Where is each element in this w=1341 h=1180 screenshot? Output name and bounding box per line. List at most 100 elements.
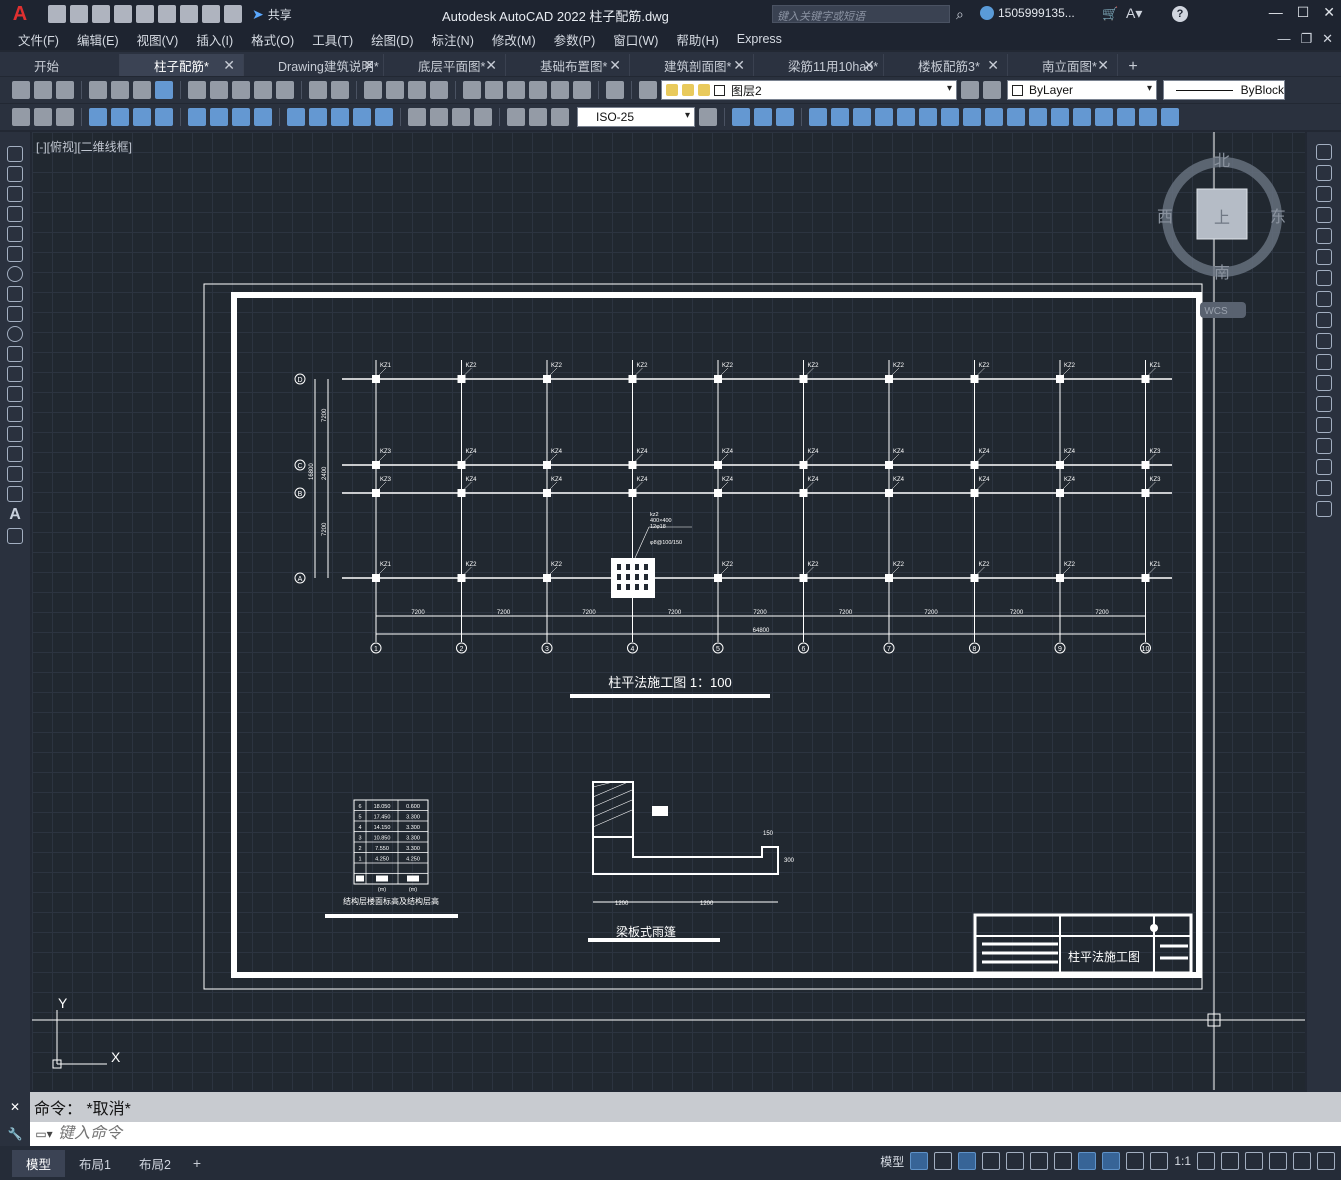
menu-item[interactable]: 插入(I) — [178, 30, 233, 49]
document-tab[interactable]: 开始 — [0, 54, 120, 76]
explode-icon[interactable] — [1316, 501, 1332, 517]
layer-properties-icon[interactable] — [639, 81, 657, 99]
scale-icon[interactable] — [875, 108, 893, 126]
rotate-icon[interactable] — [1316, 270, 1332, 286]
layer-dropdown[interactable]: 图层2 ▾ — [661, 80, 957, 100]
zoom-window-icon[interactable] — [408, 81, 426, 99]
redo-icon[interactable] — [331, 81, 349, 99]
tab-close-icon[interactable]: ✕ — [223, 57, 235, 74]
region-icon[interactable] — [7, 466, 23, 482]
stretch-icon[interactable] — [897, 108, 915, 126]
annotation-monitor-icon[interactable] — [1221, 1152, 1239, 1170]
isolate-objects-icon[interactable] — [1245, 1152, 1263, 1170]
search-input[interactable]: 键入关键字或短语 — [772, 5, 950, 23]
command-input[interactable] — [58, 1125, 658, 1143]
edit2-icon[interactable] — [34, 108, 52, 126]
menu-item[interactable]: 窗口(W) — [595, 30, 658, 49]
gradient-icon[interactable] — [7, 446, 23, 462]
customization-menu-icon[interactable] — [1317, 1152, 1335, 1170]
open-icon[interactable] — [34, 81, 52, 99]
multiline-text-icon[interactable]: A — [9, 506, 21, 524]
arc-length-dim-icon[interactable] — [133, 108, 151, 126]
break-at-point-icon[interactable] — [1316, 375, 1332, 391]
model-space-button[interactable]: 模型 — [880, 1153, 904, 1170]
save-icon[interactable] — [92, 5, 110, 23]
quick-dim-icon[interactable] — [287, 108, 305, 126]
close-command-icon[interactable]: ✕ — [0, 1092, 30, 1122]
open-file-icon[interactable] — [70, 5, 88, 23]
color-dropdown[interactable]: ByLayer ▾ — [1007, 80, 1157, 100]
insert-icon[interactable] — [1161, 108, 1179, 126]
annotation-scale[interactable]: 1:1 — [1174, 1154, 1191, 1168]
menu-item[interactable]: 格式(O) — [233, 30, 294, 49]
break-icon[interactable] — [1316, 396, 1332, 412]
plot-preview-icon[interactable] — [111, 81, 129, 99]
publish-icon[interactable] — [133, 81, 151, 99]
document-tab[interactable]: 基础布置图* ✕ — [506, 54, 630, 76]
document-tab[interactable]: 楼板配筋3* ✕ — [884, 54, 1008, 76]
add-selected-icon[interactable] — [7, 528, 23, 544]
array-icon[interactable] — [809, 108, 827, 126]
explode-icon[interactable] — [1051, 108, 1069, 126]
doc-restore-icon[interactable]: ❐ — [1300, 31, 1312, 47]
polyline-icon[interactable] — [7, 186, 23, 202]
stretch-icon[interactable] — [1316, 312, 1332, 328]
grid-icon[interactable] — [910, 1152, 929, 1170]
fillet-icon[interactable] — [1316, 459, 1332, 475]
object-snap-icon[interactable] — [1054, 1152, 1073, 1170]
open-web-icon[interactable] — [136, 5, 154, 23]
menu-item[interactable]: 参数(P) — [536, 30, 596, 49]
document-tab[interactable]: 底层平面图* ✕ — [384, 54, 506, 76]
tab-close-icon[interactable]: ✕ — [987, 57, 999, 74]
new-tab-button[interactable]: + — [1118, 58, 1148, 76]
array-icon[interactable] — [1316, 228, 1332, 244]
design-center-icon[interactable] — [485, 81, 503, 99]
doc-minimize-icon[interactable]: — — [1277, 31, 1290, 47]
make-block-icon[interactable] — [7, 386, 23, 402]
jogged-linear-icon[interactable] — [474, 108, 492, 126]
ellipse-icon[interactable] — [7, 326, 23, 342]
insert-block-icon[interactable] — [7, 366, 23, 382]
polar-icon[interactable] — [982, 1152, 1001, 1170]
fillet-icon[interactable] — [1029, 108, 1047, 126]
close-icon[interactable]: ✕ — [1323, 4, 1335, 21]
tab-close-icon[interactable]: ✕ — [733, 57, 745, 74]
isodraft-icon[interactable] — [1006, 1152, 1025, 1170]
offset-icon[interactable] — [776, 108, 794, 126]
jogged-dim-icon[interactable] — [210, 108, 228, 126]
block-icon[interactable] — [1139, 108, 1157, 126]
doc-close-icon[interactable]: ✕ — [1322, 31, 1333, 47]
make-current-layer-icon[interactable] — [961, 81, 979, 99]
linetype-dropdown[interactable]: ByBlock — [1163, 80, 1285, 100]
point-icon[interactable] — [7, 406, 23, 422]
annotation-visibility-icon[interactable] — [1150, 1152, 1169, 1170]
rotate-icon[interactable] — [853, 108, 871, 126]
command-prompt-icon[interactable]: ▭▾ — [30, 1127, 58, 1141]
layout-tab[interactable]: 布局2 — [125, 1150, 185, 1177]
properties-icon[interactable] — [463, 81, 481, 99]
break-icon[interactable] — [963, 108, 981, 126]
edit-icon[interactable] — [12, 108, 30, 126]
inspection-icon[interactable] — [452, 108, 470, 126]
ungroup-icon[interactable] — [1117, 108, 1135, 126]
tolerance-icon[interactable] — [408, 108, 426, 126]
ordinate-dim-icon[interactable] — [155, 108, 173, 126]
customize-wrench-icon[interactable]: 🔧 — [0, 1122, 30, 1146]
transparency-icon[interactable] — [1102, 1152, 1121, 1170]
tab-close-icon[interactable]: ✕ — [1097, 57, 1109, 74]
quickcalc-icon[interactable] — [573, 81, 591, 99]
radius-dim-icon[interactable] — [188, 108, 206, 126]
dimstyle-dropdown[interactable]: ISO-25 ▾ — [577, 107, 695, 127]
extend-icon[interactable] — [1316, 354, 1332, 370]
chamfer-icon[interactable] — [1007, 108, 1025, 126]
dim-space-icon[interactable] — [353, 108, 371, 126]
menu-item[interactable]: 视图(V) — [119, 30, 179, 49]
document-tab[interactable]: 梁筋11用10hao* ✕ — [754, 54, 884, 76]
angular-dim-icon[interactable] — [254, 108, 272, 126]
dim-text-edit-icon[interactable] — [529, 108, 547, 126]
offset-icon[interactable] — [1316, 207, 1332, 223]
revision-cloud-icon[interactable] — [7, 286, 23, 302]
undo-icon[interactable] — [309, 81, 327, 99]
document-tab[interactable]: Drawing建筑说明* ✕ — [244, 54, 384, 76]
snap-icon[interactable] — [934, 1152, 953, 1170]
